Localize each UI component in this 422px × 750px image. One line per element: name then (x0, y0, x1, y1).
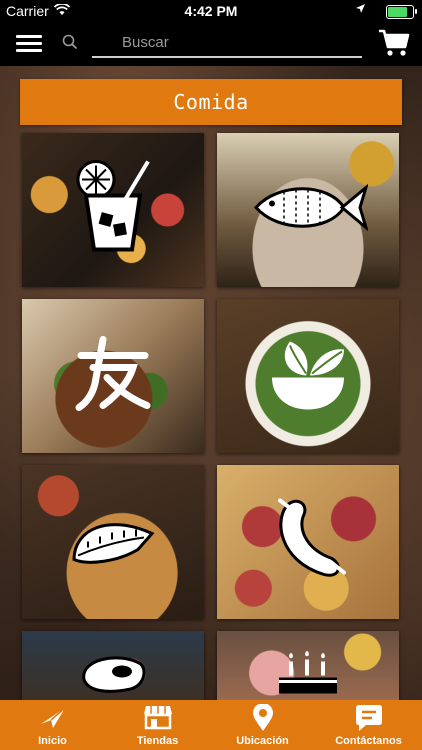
store-icon (143, 704, 173, 735)
tab-label: Inicio (38, 735, 67, 747)
tab-label: Tiendas (136, 735, 179, 747)
salad-icon (266, 334, 350, 419)
paper-plane-icon (39, 704, 67, 735)
category-tile-empanadas[interactable] (22, 465, 204, 619)
battery-fill (388, 7, 407, 17)
tab-label: Ubicación (236, 735, 289, 747)
empanada-icon (68, 510, 158, 575)
category-tile-desserts[interactable] (217, 631, 399, 701)
section-title-banner: Comida (20, 79, 402, 125)
status-bar: Carrier 4:42 PM (0, 0, 422, 22)
search-input[interactable] (92, 28, 362, 58)
cocktail-icon (68, 158, 158, 263)
top-navigation-bar (0, 22, 422, 66)
chinese-food-icon (73, 334, 153, 419)
category-tile-seafood[interactable] (217, 133, 399, 287)
category-tile-meats[interactable] (22, 631, 204, 701)
hamburger-menu-icon[interactable] (16, 33, 42, 53)
tab-label: Contáctanos (335, 735, 402, 747)
category-tile-salads[interactable] (217, 299, 399, 453)
sausage-icon (268, 495, 348, 590)
tab-inicio[interactable]: Inicio (0, 700, 105, 750)
search-icon (62, 34, 78, 55)
category-tile-chinese[interactable] (22, 299, 204, 453)
chat-bubble-icon (354, 704, 384, 737)
steak-icon (78, 650, 148, 699)
birthday-cake-icon (273, 650, 343, 699)
category-tile-drinks[interactable] (22, 133, 204, 287)
bottom-tab-bar: Inicio Tiendas Ubicación Contáctanos (0, 700, 422, 750)
tab-tiendas[interactable]: Tiendas (105, 700, 210, 750)
battery-icon (386, 5, 417, 19)
fish-icon (248, 178, 369, 243)
tab-ubicacion[interactable]: Ubicación (210, 700, 315, 750)
tab-contactanos[interactable]: Contáctanos (315, 700, 422, 750)
shopping-cart-icon[interactable] (378, 28, 410, 63)
map-pin-icon (252, 703, 274, 737)
location-arrow-icon (355, 3, 366, 17)
category-tile-sausages[interactable] (217, 465, 399, 619)
